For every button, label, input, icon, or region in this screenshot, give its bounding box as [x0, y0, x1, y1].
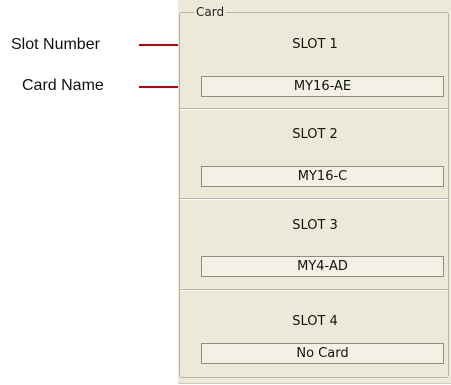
- slot-2-label: SLOT 2: [292, 127, 338, 142]
- slot-3-label: SLOT 3: [292, 218, 338, 233]
- slot-divider: [180, 289, 448, 291]
- slot-2-card-name: MY16-C: [201, 166, 444, 187]
- slot-4-card-name: No Card: [201, 343, 444, 364]
- card-panel: Card SLOT 1 MY16-AE SLOT 2 MY16-C SLOT 3…: [178, 0, 451, 384]
- slot-divider: [180, 108, 448, 110]
- card-name-callout-label: Card Name: [22, 77, 104, 94]
- card-group-legend: Card: [194, 5, 227, 19]
- slot-number-callout-label: Slot Number: [11, 36, 100, 53]
- slot-4-label: SLOT 4: [292, 314, 338, 329]
- slot-3-card-name: MY4-AD: [201, 256, 444, 277]
- slot-1-card-name: MY16-AE: [201, 76, 444, 97]
- slot-divider: [180, 198, 448, 200]
- slot-1-label: SLOT 1: [292, 37, 338, 52]
